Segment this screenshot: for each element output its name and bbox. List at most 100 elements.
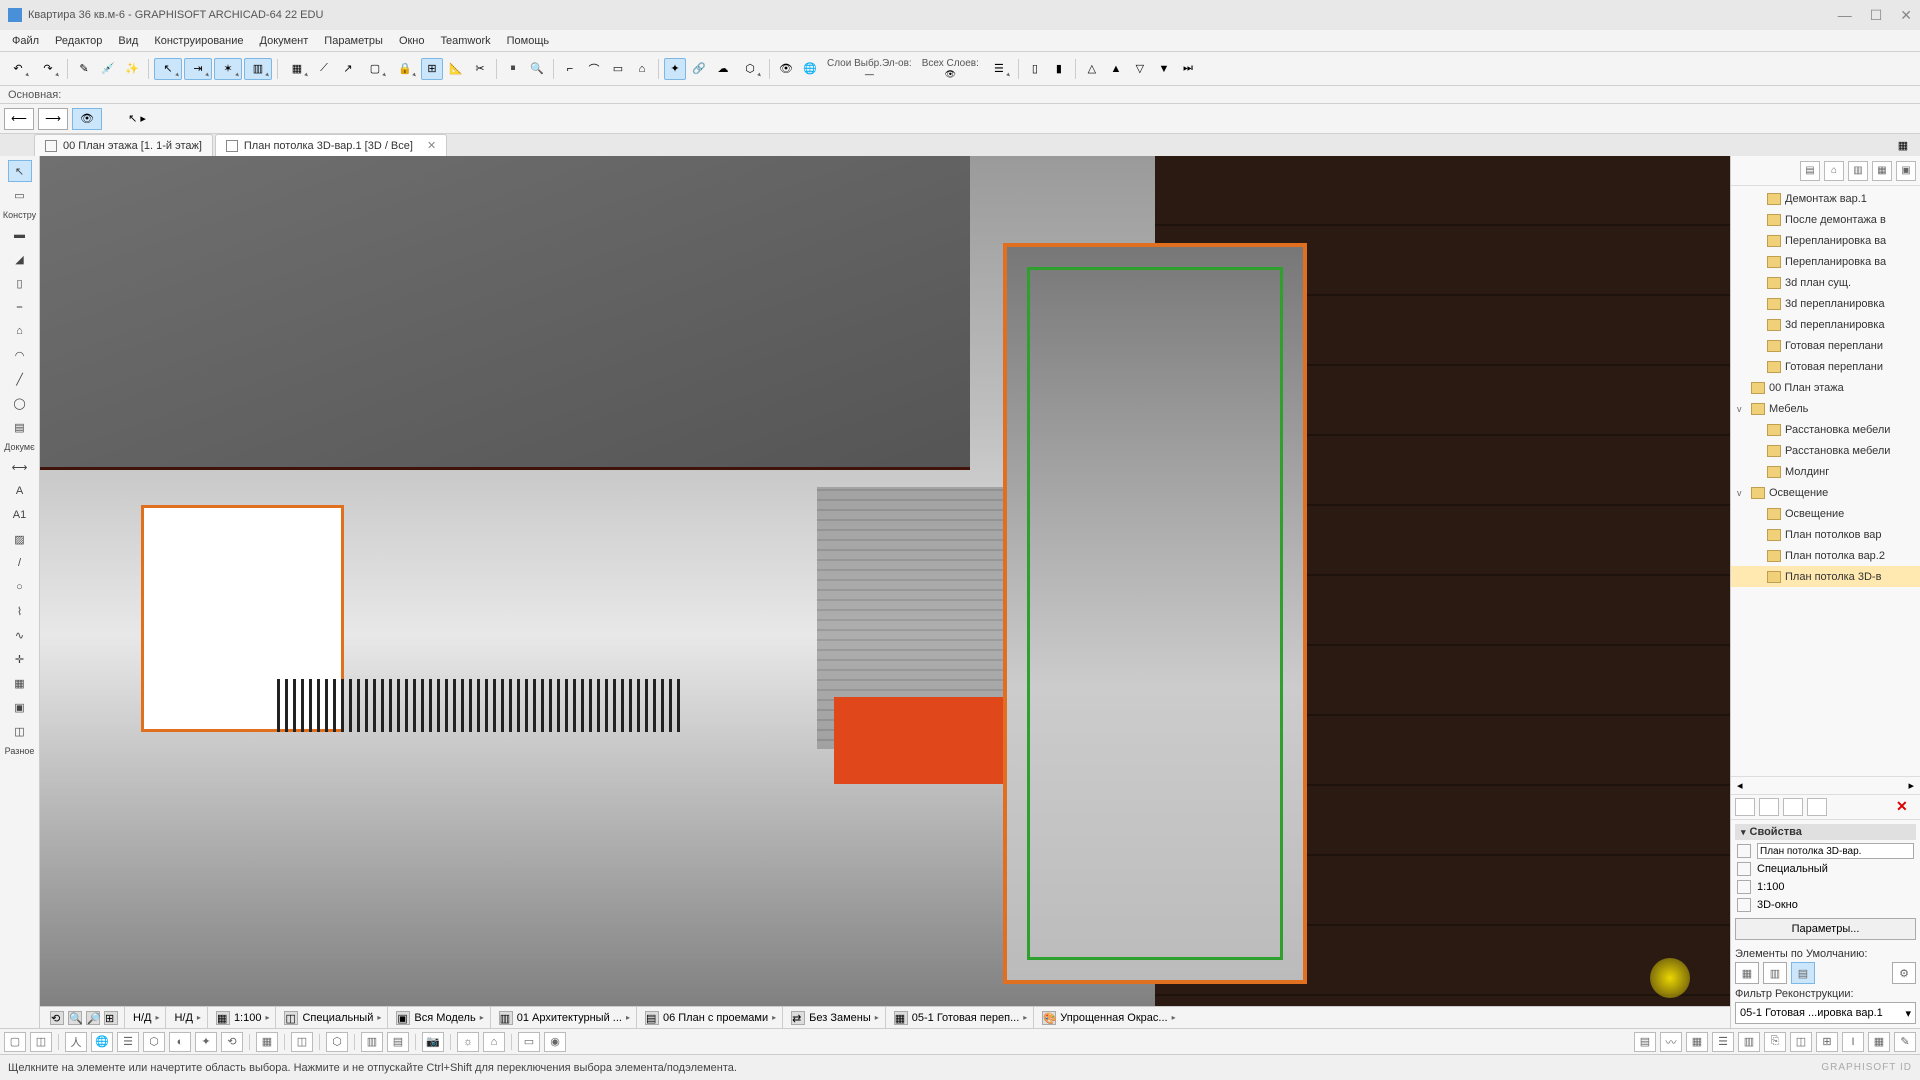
rtool-11[interactable]: ✎ <box>1894 1032 1916 1052</box>
default-tool-3[interactable]: ▤ <box>1791 962 1815 984</box>
align-button-2[interactable]: ▮ <box>1048 58 1070 80</box>
tree-item[interactable]: Демонтаж вар.1 <box>1731 188 1920 209</box>
tab-close-button[interactable]: ✕ <box>427 139 436 152</box>
text-tool[interactable]: A <box>8 480 32 502</box>
eyedropper-icon[interactable]: ✎ <box>73 58 95 80</box>
slab-tool[interactable]: ◢ <box>8 248 32 270</box>
tree-item[interactable]: Перепланировка ва <box>1731 251 1920 272</box>
delete-view-button[interactable]: ✕ <box>1896 798 1916 816</box>
hotspot-tool[interactable]: ✛ <box>8 648 32 670</box>
nav-tab-2[interactable]: ⌂ <box>1824 161 1844 181</box>
rtool-4[interactable]: ☰ <box>1712 1032 1734 1052</box>
btool-8[interactable]: ✦ <box>195 1032 217 1052</box>
btool-12[interactable]: ⬡ <box>326 1032 348 1052</box>
magic-wand-icon[interactable]: ✨ <box>121 58 143 80</box>
menu-document[interactable]: Документ <box>252 35 317 47</box>
grid-snap-button[interactable]: ▦ <box>283 58 311 80</box>
btool-13[interactable]: ▥ <box>361 1032 383 1052</box>
circle-tool[interactable]: ○ <box>8 576 32 598</box>
rtool-9[interactable]: I <box>1842 1032 1864 1052</box>
scroll-left-icon[interactable]: ◂ <box>1737 779 1743 792</box>
default-tool-2[interactable]: ▥ <box>1763 962 1787 984</box>
fillet-button[interactable]: ⌒ <box>583 58 605 80</box>
btool-19[interactable]: ◉ <box>544 1032 566 1052</box>
suspend-button[interactable]: ⏸ <box>502 58 524 80</box>
triangle-solid-button[interactable]: ▲ <box>1105 58 1127 80</box>
btool-7[interactable]: ◐ <box>169 1032 191 1052</box>
zoom-controls[interactable]: ⟲🔍🔎⊞ <box>44 1007 125 1028</box>
status-replace[interactable]: ⇄Без Замены▸ <box>785 1007 886 1028</box>
polyline-tool[interactable]: ⌇ <box>8 600 32 622</box>
rectangle-tool-button[interactable]: ▢ <box>361 58 389 80</box>
lock-tool-button[interactable]: 🔒 <box>391 58 419 80</box>
explode-button[interactable]: ✦ <box>664 58 686 80</box>
drawing-tool[interactable]: ▣ <box>8 696 32 718</box>
hexagon-tool-button[interactable]: ⬡ <box>736 58 764 80</box>
status-special[interactable]: ◫Специальный▸ <box>278 1007 388 1028</box>
rtool-6[interactable]: ⎘ <box>1764 1032 1786 1052</box>
corner-tool-button[interactable]: ⌐ <box>559 58 581 80</box>
rtool-2[interactable]: 〰 <box>1660 1032 1682 1052</box>
fill-tool[interactable]: ▨ <box>8 528 32 550</box>
tab-overview-button[interactable]: ▦ <box>1892 134 1914 156</box>
next-button[interactable]: ⏭ <box>1177 58 1199 80</box>
default-tool-4[interactable]: ⚙ <box>1892 962 1916 984</box>
menu-options[interactable]: Параметры <box>316 35 391 47</box>
redo-button[interactable]: ↷ <box>34 58 62 80</box>
status-na-1[interactable]: Н/Д▸ <box>127 1007 166 1028</box>
properties-header[interactable]: Свойства <box>1735 824 1916 840</box>
menu-design[interactable]: Конструирование <box>146 35 251 47</box>
tree-item[interactable]: План потолка 3D-в <box>1731 566 1920 587</box>
view-mode-1[interactable]: ⟵ <box>4 108 34 130</box>
menu-teamwork[interactable]: Teamwork <box>433 35 499 47</box>
status-arch[interactable]: ▥01 Архитектурный ...▸ <box>493 1007 637 1028</box>
view-mode-2[interactable]: ⟶ <box>38 108 68 130</box>
btool-16[interactable]: ☼ <box>457 1032 479 1052</box>
tree-item[interactable]: vМебель <box>1731 398 1920 419</box>
tree-item[interactable]: 3d перепланировка <box>1731 314 1920 335</box>
tree-item[interactable]: Готовая переплани <box>1731 335 1920 356</box>
wall-tool[interactable]: ▬ <box>8 224 32 246</box>
btool-11[interactable]: ◫ <box>291 1032 313 1052</box>
globe-button[interactable]: 🌐 <box>799 58 821 80</box>
reconstruction-filter-select[interactable]: 05-1 Готовая ...ировка вар.1 ▾ <box>1735 1002 1916 1024</box>
show-hide-button[interactable]: 👁 <box>775 58 797 80</box>
ruler-icon[interactable]: ⟋ <box>313 58 335 80</box>
tree-item[interactable]: 3d перепланировка <box>1731 293 1920 314</box>
measure-button[interactable]: 📐 <box>445 58 467 80</box>
new-view-button[interactable] <box>1735 798 1755 816</box>
btool-15[interactable]: 📷 <box>422 1032 444 1052</box>
figure-tool[interactable]: ▦ <box>8 672 32 694</box>
nav-tab-4[interactable]: ▦ <box>1872 161 1892 181</box>
menu-help[interactable]: Помощь <box>499 35 558 47</box>
parameters-button[interactable]: Параметры... <box>1735 918 1916 940</box>
tree-item[interactable]: Расстановка мебели <box>1731 419 1920 440</box>
btool-14[interactable]: ▤ <box>387 1032 409 1052</box>
expand-icon[interactable]: v <box>1737 488 1747 498</box>
rtool-1[interactable]: ▤ <box>1634 1032 1656 1052</box>
offset-tool-button[interactable]: ⇥ <box>184 58 212 80</box>
trim-button[interactable]: ✂ <box>469 58 491 80</box>
line2-tool[interactable]: / <box>8 552 32 574</box>
rect-outline-button[interactable]: ▭ <box>607 58 629 80</box>
beam-tool[interactable]: ⎯ <box>8 296 32 318</box>
column-tool[interactable]: ▯ <box>8 272 32 294</box>
status-model[interactable]: ▣Вся Модель▸ <box>390 1007 490 1028</box>
tree-item[interactable]: План потолка вар.2 <box>1731 545 1920 566</box>
tree-item[interactable]: План потолков вар <box>1731 524 1920 545</box>
rtool-3[interactable]: ▦ <box>1686 1032 1708 1052</box>
close-button[interactable]: ✕ <box>1900 7 1912 24</box>
status-na-2[interactable]: Н/Д▸ <box>168 1007 207 1028</box>
home-button[interactable]: ⌂ <box>631 58 653 80</box>
align-button-1[interactable]: ▯ <box>1024 58 1046 80</box>
snap-guides-button[interactable]: ⊞ <box>421 58 443 80</box>
pointer-icon[interactable]: ↗ <box>337 58 359 80</box>
rtool-10[interactable]: ▦ <box>1868 1032 1890 1052</box>
triangle-up-button[interactable]: △ <box>1081 58 1103 80</box>
tree-item[interactable]: Освещение <box>1731 503 1920 524</box>
btool-4[interactable]: 🌐 <box>91 1032 113 1052</box>
settings-view-button[interactable] <box>1807 798 1827 816</box>
split-tool-button[interactable]: ▥ <box>244 58 272 80</box>
minimize-button[interactable]: — <box>1838 7 1852 24</box>
menu-file[interactable]: Файл <box>4 35 47 47</box>
